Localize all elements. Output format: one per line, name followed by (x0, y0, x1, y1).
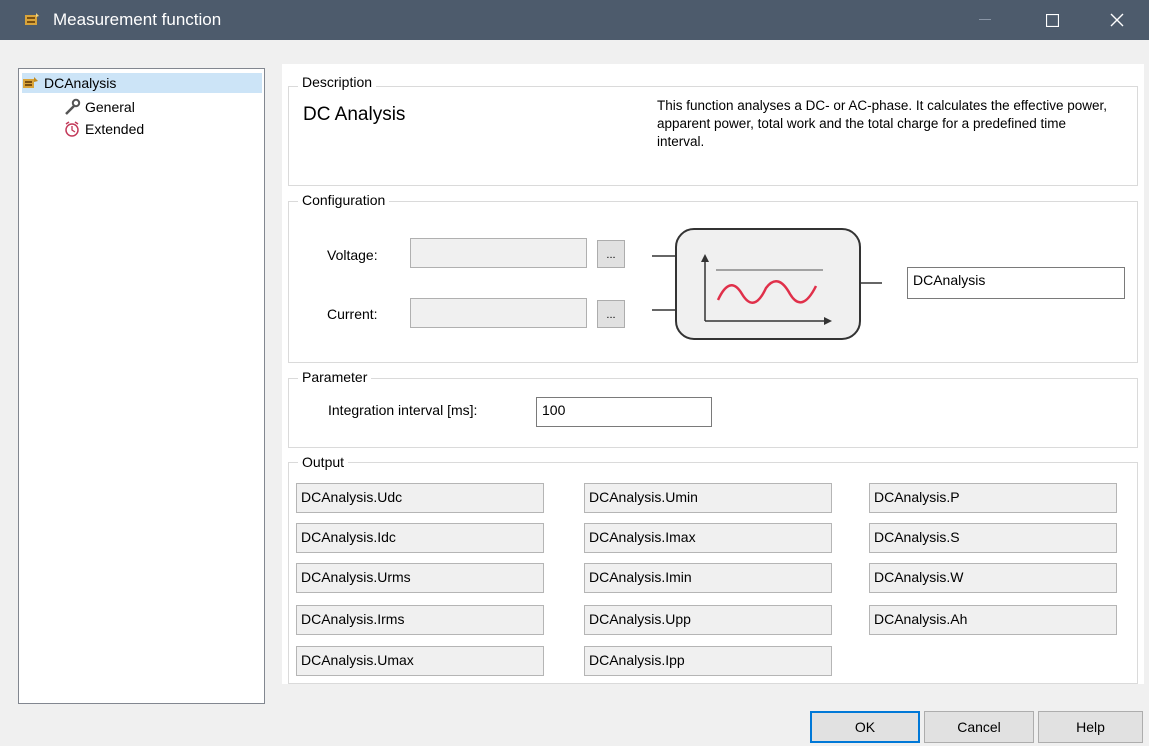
integration-interval-label: Integration interval [ms]: (328, 402, 478, 418)
output-field: DCAnalysis.P (869, 483, 1117, 513)
output-field: DCAnalysis.Idc (296, 523, 544, 553)
current-field[interactable] (410, 298, 587, 328)
current-label: Current: (327, 306, 378, 322)
current-browse-button[interactable]: ... (597, 300, 625, 328)
function-icon (22, 74, 40, 92)
output-field: DCAnalysis.Upp (584, 605, 832, 635)
output-field: DCAnalysis.Irms (296, 605, 544, 635)
configuration-group-label: Configuration (298, 192, 390, 208)
close-button[interactable] (1094, 0, 1140, 40)
tree-item-label: General (85, 99, 135, 115)
output-field: DCAnalysis.Ah (869, 605, 1117, 635)
output-field: DCAnalysis.Umax (296, 646, 544, 676)
integration-interval-input[interactable]: 100 (536, 397, 712, 427)
close-icon (1110, 13, 1124, 27)
wrench-icon (63, 98, 81, 116)
output-field: DCAnalysis.Umin (584, 483, 832, 513)
voltage-browse-button[interactable]: ... (597, 240, 625, 268)
app-icon (24, 12, 40, 28)
output-field: DCAnalysis.S (869, 523, 1117, 553)
function-name-field[interactable]: DCAnalysis (907, 267, 1125, 299)
output-field: DCAnalysis.Udc (296, 483, 544, 513)
clock-icon (63, 120, 81, 138)
title-bar: Measurement function (0, 0, 1149, 40)
voltage-label: Voltage: (327, 247, 378, 263)
tree-item-general[interactable]: General (63, 97, 135, 117)
output-field: DCAnalysis.Imax (584, 523, 832, 553)
tree-item-label: Extended (85, 121, 145, 137)
output-field: DCAnalysis.Ipp (584, 646, 832, 676)
minimize-icon (979, 19, 991, 20)
tree-item-extended[interactable]: Extended (63, 119, 144, 139)
maximize-button[interactable] (1029, 0, 1075, 40)
output-field: DCAnalysis.Urms (296, 563, 544, 593)
tree-item-label: DCAnalysis (44, 75, 117, 91)
help-button[interactable]: Help (1038, 711, 1143, 743)
output-group-label: Output (298, 454, 349, 470)
description-text: This function analyses a DC- or AC-phase… (657, 98, 1107, 149)
description-title: DC Analysis (303, 104, 406, 125)
output-field: DCAnalysis.Imin (584, 563, 832, 593)
maximize-icon (1045, 13, 1059, 27)
description-group-label: Description (298, 74, 377, 90)
ok-button[interactable]: OK (810, 711, 920, 743)
minimize-button[interactable] (962, 0, 1008, 40)
function-block-diagram (652, 228, 882, 340)
content-panel: Description DC Analysis This function an… (282, 64, 1144, 684)
tree-item-dcanalysis[interactable]: DCAnalysis (22, 73, 262, 93)
output-field: DCAnalysis.W (869, 563, 1117, 593)
cancel-button[interactable]: Cancel (924, 711, 1034, 743)
parameter-group-label: Parameter (298, 369, 372, 385)
window-title: Measurement function (53, 10, 222, 29)
navigation-tree: DCAnalysis General Extended (18, 68, 265, 704)
voltage-field[interactable] (410, 238, 587, 268)
